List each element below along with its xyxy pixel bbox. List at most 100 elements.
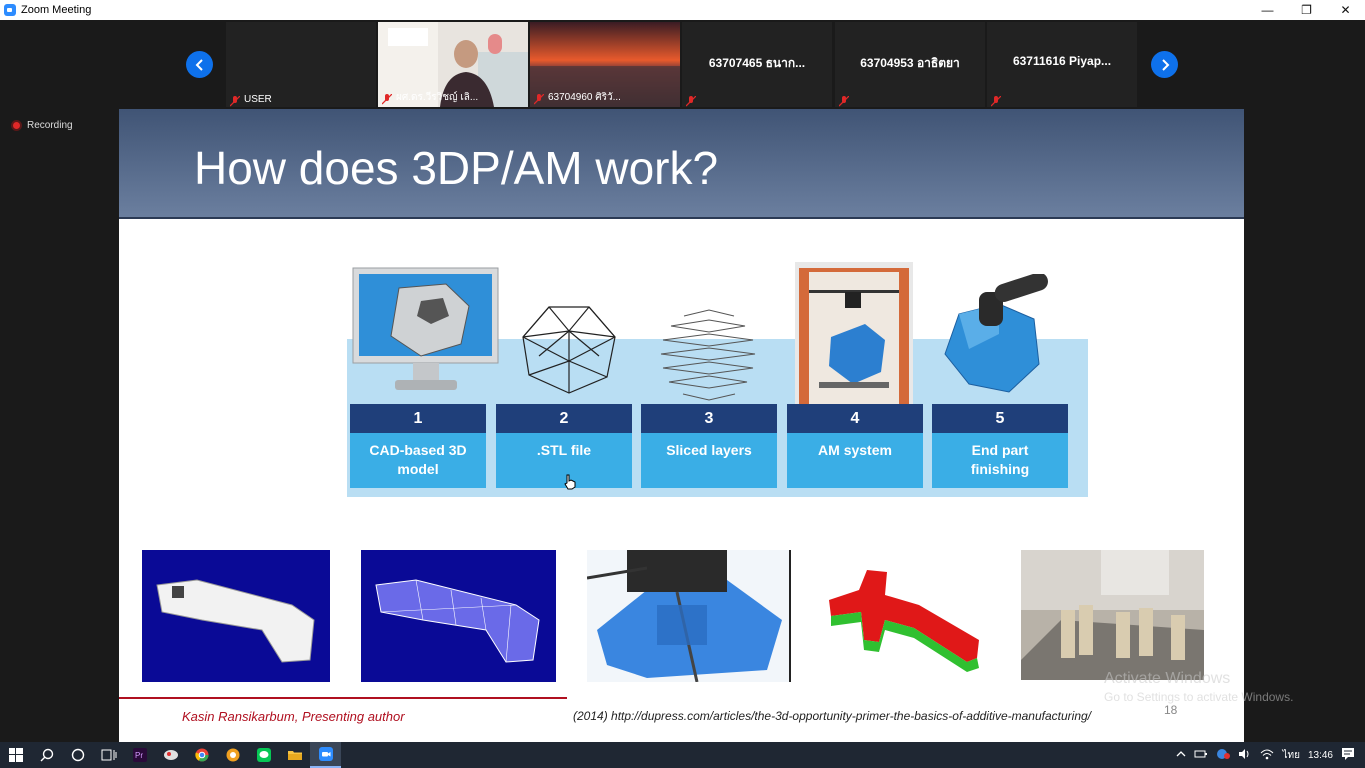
battery-icon xyxy=(1194,750,1208,757)
process-step: 3 Sliced layers xyxy=(641,404,777,488)
participant-tile[interactable]: 63707465 ธนาก... xyxy=(682,22,832,107)
clock[interactable]: 13:46 xyxy=(1308,750,1333,761)
recording-icon xyxy=(11,120,22,131)
mic-muted-icon xyxy=(685,94,697,107)
network-status-icon xyxy=(1217,748,1231,759)
meeting-stage: USER ผศ.ดร.วีรวิชญ์ เลิ... 63704960 ศิริ… xyxy=(0,20,1365,742)
recording-indicator[interactable]: Recording xyxy=(11,120,73,131)
app-orange-icon xyxy=(226,748,239,762)
zoom-icon xyxy=(318,747,333,761)
svg-text:Pr: Pr xyxy=(135,751,143,760)
slide-page-number: 18 xyxy=(1164,703,1178,717)
participant-name: USER xyxy=(244,94,272,105)
step-label: .STL file xyxy=(536,442,592,458)
process-step: 1 CAD-based 3D model xyxy=(350,404,486,488)
app-icon xyxy=(163,750,178,760)
battery-tray-icon[interactable] xyxy=(1194,749,1208,762)
folder-icon xyxy=(287,751,302,760)
am-system-printer-illustration xyxy=(795,262,913,414)
hand-cursor-icon xyxy=(564,474,576,490)
participant-name: 63704953 อาธิตยา xyxy=(860,56,960,70)
step-number: 2 xyxy=(496,404,632,433)
participant-name: ผศ.ดร.วีรวิชญ์ เลิ... xyxy=(396,92,479,103)
chrome-taskbar-app[interactable] xyxy=(186,742,217,768)
cortana-button[interactable] xyxy=(62,742,93,768)
cortana-icon xyxy=(71,748,84,762)
minimize-button[interactable]: — xyxy=(1248,0,1287,20)
action-center-button[interactable] xyxy=(1341,747,1355,763)
restore-button[interactable]: ❐ xyxy=(1287,0,1326,20)
show-hidden-icons-button[interactable] xyxy=(1176,750,1186,761)
start-button[interactable] xyxy=(0,742,31,768)
recording-label: Recording xyxy=(27,120,73,131)
participant-footer: USER xyxy=(229,94,272,107)
step-number: 4 xyxy=(787,404,923,433)
premiere-taskbar-app[interactable]: Pr xyxy=(124,742,155,768)
premiere-icon: Pr xyxy=(132,748,147,762)
stl-mesh-photo xyxy=(361,550,556,682)
orange-taskbar-app[interactable] xyxy=(217,742,248,768)
sliced-layers-illustration xyxy=(660,309,756,401)
file-explorer-taskbar-app[interactable] xyxy=(279,742,310,768)
task-view-icon xyxy=(101,749,116,761)
step-number: 3 xyxy=(641,404,777,433)
step-label: Sliced layers xyxy=(666,442,752,458)
participant-footer xyxy=(685,94,697,107)
task-view-button[interactable] xyxy=(93,742,124,768)
chevron-up-icon xyxy=(1177,750,1186,756)
notification-icon xyxy=(1342,748,1354,760)
wifi-tray-icon[interactable] xyxy=(1260,748,1274,763)
mic-muted-icon xyxy=(838,94,850,107)
next-page-button[interactable] xyxy=(1151,51,1178,78)
windows-logo-icon xyxy=(8,748,23,762)
taskbar-app[interactable] xyxy=(155,742,186,768)
participant-name: 63704960 ศิริวั... xyxy=(548,92,621,103)
participant-footer xyxy=(838,94,850,107)
watermark-subtitle: Go to Settings to activate Windows. xyxy=(1104,690,1294,704)
participant-footer xyxy=(990,94,1002,107)
mic-muted-icon xyxy=(533,92,545,105)
wifi-icon xyxy=(1261,749,1274,759)
line-taskbar-app[interactable] xyxy=(248,742,279,768)
slide-header: How does 3DP/AM work? xyxy=(119,109,1244,219)
finished-parts-photo xyxy=(1021,550,1204,680)
windows-taskbar: Pr ไทย 13:46 xyxy=(0,742,1365,768)
slide-title: How does 3DP/AM work? xyxy=(194,142,719,194)
participant-tile[interactable]: 63704953 อาธิตยา xyxy=(835,22,985,107)
close-button[interactable]: ✕ xyxy=(1326,0,1365,20)
sliced-part-photo xyxy=(819,550,994,682)
step-label: CAD-based 3D model xyxy=(369,442,467,477)
search-icon xyxy=(40,748,53,762)
chevron-right-icon xyxy=(1161,58,1169,71)
previous-page-button[interactable] xyxy=(186,51,213,78)
cad-model-photo xyxy=(142,550,330,682)
watermark-title: Activate Windows xyxy=(1104,670,1231,687)
step-number: 1 xyxy=(350,404,486,433)
participant-footer: 63704960 ศิริวั... xyxy=(533,90,621,105)
participant-tile[interactable]: 63704960 ศิริวั... xyxy=(530,22,680,107)
activate-windows-watermark: Activate Windows Go to Settings to activ… xyxy=(1104,670,1293,704)
network-status-tray-icon[interactable] xyxy=(1216,748,1231,763)
process-step: 5 End part finishing xyxy=(932,404,1068,488)
input-language-indicator[interactable]: ไทย xyxy=(1282,748,1299,763)
volume-tray-icon[interactable] xyxy=(1238,748,1252,763)
chrome-icon xyxy=(194,748,208,762)
zoom-taskbar-app[interactable] xyxy=(310,742,341,768)
cad-monitor-illustration xyxy=(352,267,499,390)
window-controls: — ❐ ✕ xyxy=(1248,0,1365,20)
source-citation: (2014) http://dupress.com/articles/the-3… xyxy=(573,709,1092,723)
mic-muted-icon xyxy=(990,94,1002,107)
participant-name: 63711616 Piyap... xyxy=(1012,54,1112,68)
end-part-illustration xyxy=(944,274,1048,393)
participant-footer: ผศ.ดร.วีรวิชญ์ เลิ... xyxy=(381,90,479,105)
speaker-icon xyxy=(1239,748,1249,759)
process-step: 4 AM system xyxy=(787,404,923,488)
participant-tile[interactable]: ผศ.ดร.วีรวิชญ์ เลิ... xyxy=(378,22,528,107)
chevron-left-icon xyxy=(195,58,203,71)
participant-name: 63707465 ธนาก... xyxy=(708,56,806,70)
window-title: Zoom Meeting xyxy=(21,4,92,16)
search-button[interactable] xyxy=(31,742,62,768)
participant-tile[interactable]: USER xyxy=(226,22,376,107)
participant-tile[interactable]: 63711616 Piyap... xyxy=(987,22,1137,107)
line-icon xyxy=(256,748,271,762)
